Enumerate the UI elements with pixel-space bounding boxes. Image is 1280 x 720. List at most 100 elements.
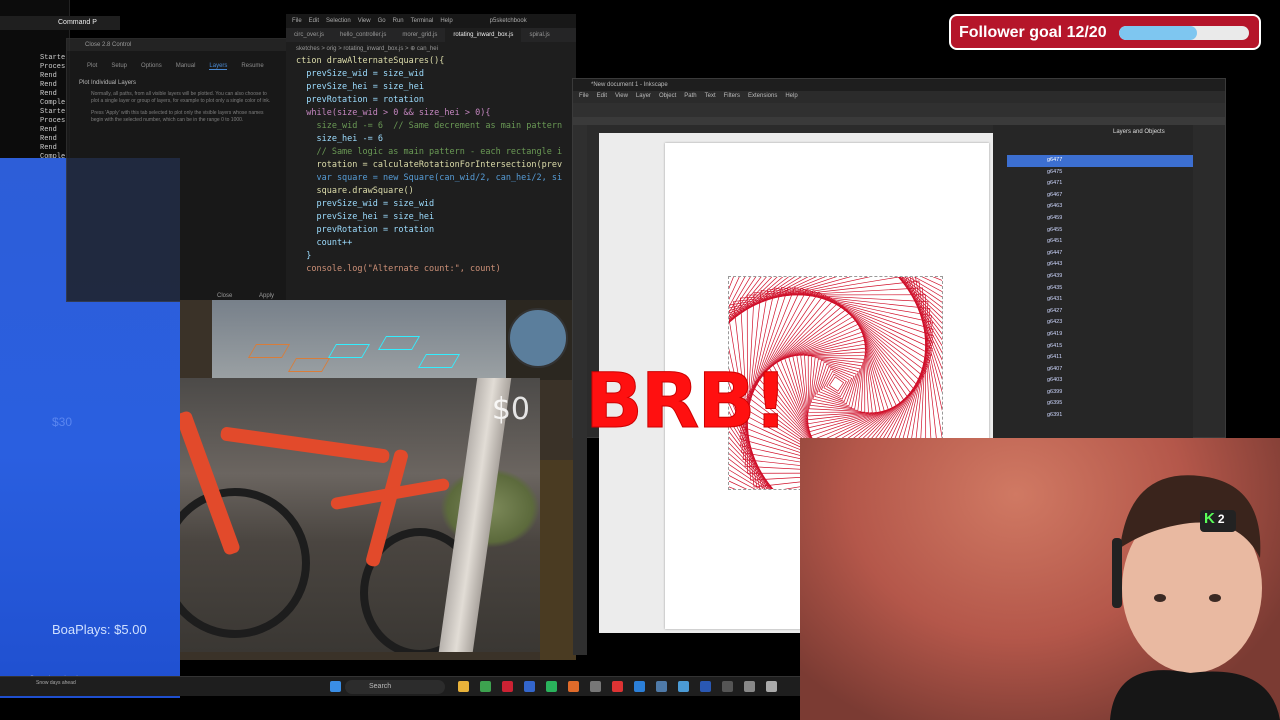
dialog-text-2: Press 'Apply' with this tab selected to … <box>91 110 264 123</box>
menu-item-terminal[interactable]: Terminal <box>411 18 434 24</box>
app-icon[interactable] <box>744 681 755 692</box>
dialog-tabs: Plot Setup Options Manual Layers Resume <box>67 51 287 70</box>
code-line: console.log("Alternate count:", count) <box>296 264 501 274</box>
spiral-square <box>816 363 857 405</box>
menu-item-go[interactable]: Go <box>378 18 386 24</box>
spotify-icon[interactable] <box>546 681 557 692</box>
tab-manual[interactable]: Manual <box>176 63 196 70</box>
terminal-title: Command P <box>0 16 120 30</box>
ink-menu-help[interactable]: Help <box>785 93 797 103</box>
tab-plot[interactable]: Plot <box>87 63 97 70</box>
spiral-square <box>788 335 885 433</box>
menu-item-file[interactable]: File <box>292 18 302 24</box>
terminal-line: Rend <box>40 135 57 143</box>
layer-item[interactable]: g6391 <box>1007 410 1193 422</box>
tab-setup[interactable]: Setup <box>111 63 127 70</box>
editor-tabs: circ_over.js hello_controller.js morer_gri… <box>286 28 576 42</box>
vscode-icon[interactable] <box>634 681 645 692</box>
app-icon[interactable] <box>722 681 733 692</box>
editor-tab[interactable]: circ_over.js <box>286 28 332 42</box>
ink-menu-extensions[interactable]: Extensions <box>748 93 777 103</box>
code-line: prevRotation = rotation <box>296 95 424 105</box>
tab-options[interactable]: Options <box>141 63 162 70</box>
ink-menu-layer[interactable]: Layer <box>636 93 651 103</box>
apply-button[interactable]: Apply <box>259 293 274 299</box>
weather-widget[interactable]: Snow days ahead <box>36 680 76 686</box>
layer-item[interactable]: g6399 <box>1007 387 1193 399</box>
code-line: while(size_wid > 0 && size_hei > 0){ <box>296 108 491 118</box>
layer-item[interactable]: g6451 <box>1007 236 1193 248</box>
bike-wheel <box>180 488 310 638</box>
ink-menu-path[interactable]: Path <box>684 93 696 103</box>
ink-menu-view[interactable]: View <box>615 93 628 103</box>
layer-item[interactable]: g6463 <box>1007 201 1193 213</box>
ink-menu-edit[interactable]: Edit <box>597 93 607 103</box>
firefox-icon[interactable] <box>568 681 579 692</box>
file-explorer-icon[interactable] <box>458 681 469 692</box>
layer-item[interactable]: g6447 <box>1007 248 1193 260</box>
layer-item[interactable]: g6403 <box>1007 375 1193 387</box>
minimap[interactable] <box>508 308 568 368</box>
tab-layers[interactable]: Layers <box>209 63 228 70</box>
code-line: size_wid -= 6 // Same decrement as main … <box>296 121 563 131</box>
start-icon[interactable] <box>330 681 341 692</box>
ink-menu-filters[interactable]: Filters <box>724 93 740 103</box>
game-tile <box>377 336 421 350</box>
layer-item[interactable]: g6415 <box>1007 341 1193 353</box>
close-button[interactable]: Close <box>217 293 232 299</box>
browser-icon[interactable] <box>480 681 491 692</box>
game-inventory[interactable] <box>540 460 576 660</box>
layer-item[interactable]: g6431 <box>1007 294 1193 306</box>
layer-item[interactable]: g6411 <box>1007 352 1193 364</box>
spiral-square <box>772 319 901 449</box>
terminal-output: Starte Proces Rend Rend Rend Comple Starte Proc… <box>0 54 65 162</box>
layer-item[interactable]: g6435 <box>1007 283 1193 295</box>
layer-item[interactable]: g6471 <box>1007 178 1193 190</box>
menu-item-view[interactable]: View <box>358 18 371 24</box>
app-icon[interactable] <box>524 681 535 692</box>
layer-item[interactable]: g6467 <box>1007 190 1193 202</box>
layer-item[interactable]: g6407 <box>1007 364 1193 376</box>
layer-item[interactable]: g6423 <box>1007 317 1193 329</box>
steam-icon[interactable] <box>656 681 667 692</box>
layer-item[interactable]: g6443 <box>1007 259 1193 271</box>
menu-item-run[interactable]: Run <box>393 18 404 24</box>
inkscape-toolbar <box>573 103 1225 117</box>
editor-tab[interactable]: hello_controller.js <box>332 28 394 42</box>
app-icon[interactable] <box>678 681 689 692</box>
ink-menu-object[interactable]: Object <box>659 93 676 103</box>
layer-item[interactable]: g6459 <box>1007 213 1193 225</box>
app-icon[interactable] <box>590 681 601 692</box>
code-area[interactable]: ction drawAlternateSquares(){ prevSize_w… <box>286 55 576 276</box>
code-line: prevSize_wid = size_wid <box>296 69 424 79</box>
donation-ghost-amount: $30 <box>52 415 73 429</box>
app-icon[interactable] <box>502 681 513 692</box>
spiral-square <box>780 327 893 441</box>
editor-search[interactable]: p5sketchbook <box>490 18 527 24</box>
layer-item[interactable]: g6419 <box>1007 329 1193 341</box>
editor-tab[interactable]: spiral.js <box>521 28 557 42</box>
layer-item[interactable]: g6439 <box>1007 271 1193 283</box>
menu-item-edit[interactable]: Edit <box>309 18 319 24</box>
layer-item[interactable]: g6475 <box>1007 167 1193 179</box>
layer-root[interactable]: g6477 <box>1007 155 1193 167</box>
editor-tab[interactable]: morer_grid.js <box>394 28 445 42</box>
terminal-line: Proces <box>40 63 66 71</box>
obs-icon[interactable] <box>612 681 623 692</box>
game-tile <box>417 354 461 368</box>
menu-item-help[interactable]: Help <box>440 18 452 24</box>
app-icon[interactable] <box>766 681 777 692</box>
menu-item-selection[interactable]: Selection <box>326 18 351 24</box>
taskbar-search[interactable]: Search <box>345 680 445 694</box>
code-line: count++ <box>296 238 353 248</box>
terminal-line: Rend <box>40 90 57 98</box>
inkscape-title: *New document 1 - Inkscape <box>573 79 1225 91</box>
tab-resume[interactable]: Resume <box>241 63 263 70</box>
editor-tab[interactable]: rotating_inward_box.js <box>445 28 522 42</box>
ink-menu-file[interactable]: File <box>579 93 589 103</box>
app-icon[interactable] <box>700 681 711 692</box>
layer-item[interactable]: g6395 <box>1007 398 1193 410</box>
ink-menu-text[interactable]: Text <box>705 93 716 103</box>
layer-item[interactable]: g6427 <box>1007 306 1193 318</box>
layer-item[interactable]: g6455 <box>1007 225 1193 237</box>
